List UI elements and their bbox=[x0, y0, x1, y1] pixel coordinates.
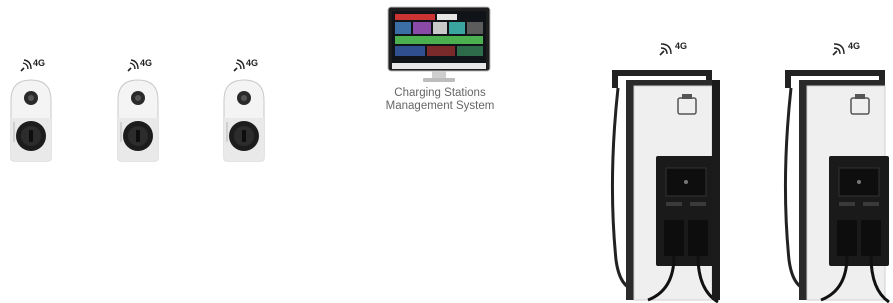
wallbox-body-icon bbox=[117, 79, 159, 162]
signal-4g-3: 4G bbox=[231, 56, 277, 76]
signal-4g-1: 4G bbox=[18, 56, 64, 76]
signal-label: 4G bbox=[140, 58, 153, 68]
signal-label: 4G bbox=[246, 58, 259, 68]
wallbox-body-icon bbox=[223, 79, 265, 162]
wallbox-charger-1: 4G bbox=[8, 56, 64, 166]
caption-line-1: Charging Stations bbox=[394, 87, 486, 99]
wallbox-charger-3: 4G bbox=[221, 56, 277, 166]
caption-line-2: Management System bbox=[385, 100, 495, 112]
signal-label: 4G bbox=[675, 41, 688, 51]
signal-label: 4G bbox=[33, 58, 46, 68]
signal-4g-dc-2: 4G bbox=[831, 40, 860, 58]
management-system-monitor bbox=[387, 6, 491, 86]
management-system-caption: Charging Stations Management System bbox=[360, 87, 520, 113]
monitor-icon bbox=[387, 6, 491, 82]
wireless-signal-icon bbox=[233, 59, 245, 72]
dc-fast-charger-2: 4G bbox=[781, 40, 893, 303]
signal-4g-2: 4G bbox=[125, 56, 171, 76]
dc-charger-body-icon bbox=[783, 70, 890, 303]
wireless-signal-icon bbox=[20, 59, 32, 72]
wireless-signal-icon bbox=[832, 43, 845, 56]
signal-label: 4G bbox=[848, 41, 861, 51]
wireless-signal-icon bbox=[659, 43, 672, 56]
wallbox-charger-2: 4G bbox=[115, 56, 171, 166]
wireless-signal-icon bbox=[127, 59, 139, 72]
signal-4g-dc-1: 4G bbox=[658, 40, 687, 58]
wallbox-body-icon bbox=[10, 79, 52, 162]
dc-charger-body-icon bbox=[610, 70, 720, 303]
dc-fast-charger-1: 4G bbox=[608, 40, 738, 303]
